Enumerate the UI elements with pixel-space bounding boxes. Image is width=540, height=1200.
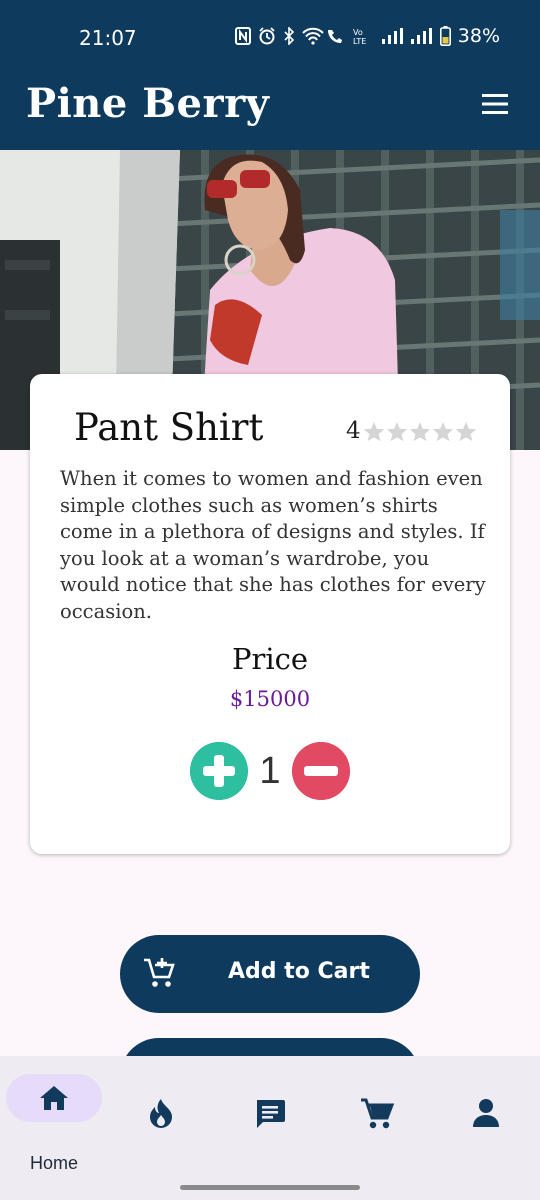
volte-icon: VoLTE xyxy=(353,28,366,45)
star-icon[interactable] xyxy=(455,421,477,442)
alarm-icon xyxy=(259,27,275,45)
nav-label-home: Home xyxy=(29,1153,78,1173)
star-icon[interactable] xyxy=(363,421,385,442)
price-label: Price xyxy=(231,642,309,676)
bluetooth-icon xyxy=(284,27,294,45)
battery-percent: 38% xyxy=(457,25,500,47)
nav-item-cart[interactable] xyxy=(324,1074,420,1174)
nav-item-messages[interactable] xyxy=(216,1074,312,1174)
product-title: Pant Shirt xyxy=(74,406,264,449)
gesture-home-bar[interactable] xyxy=(180,1185,360,1190)
rating-number: 4 xyxy=(346,418,361,444)
profile-icon xyxy=(473,1099,499,1127)
bottom-navigation: Home xyxy=(0,1056,540,1200)
star-icon[interactable] xyxy=(409,421,431,442)
star-icon[interactable] xyxy=(432,421,454,442)
chat-icon xyxy=(257,1100,285,1128)
signal-icon xyxy=(410,28,432,44)
svg-text:LTE: LTE xyxy=(353,37,366,45)
rating-stars[interactable] xyxy=(363,421,478,442)
minus-icon[interactable] xyxy=(292,742,350,800)
add-cart-icon xyxy=(144,958,175,987)
fire-icon xyxy=(150,1099,172,1128)
battery-icon xyxy=(439,26,451,46)
price-value: $15000 xyxy=(229,687,311,711)
quantity-stepper: 1 xyxy=(190,742,350,802)
quantity-value: 1 xyxy=(259,750,281,792)
app-bar: Pine Berry xyxy=(0,70,540,150)
add-to-cart-label: Add to Cart xyxy=(228,959,370,984)
signal-icon xyxy=(381,28,403,44)
svg-text:Vo: Vo xyxy=(353,28,363,37)
nav-item-home[interactable]: Home xyxy=(0,1074,102,1174)
rating: 4 xyxy=(346,418,478,444)
product-description: When it comes to women and fashion even … xyxy=(60,467,486,623)
status-time: 21:07 xyxy=(79,26,137,50)
wifi-call-icon xyxy=(302,27,342,45)
status-bar: 21:07 Vo LTE 38% xyxy=(0,0,540,70)
nav-item-profile[interactable] xyxy=(432,1074,528,1174)
status-icons: Vo LTE 38% xyxy=(234,25,500,47)
brand-logo: Pine Berry xyxy=(26,80,270,127)
product-card: Pant Shirt 4 When it comes to women and … xyxy=(30,374,510,854)
star-icon[interactable] xyxy=(386,421,408,442)
nfc-icon xyxy=(234,27,251,45)
home-icon xyxy=(40,1086,68,1110)
plus-icon[interactable] xyxy=(190,742,248,800)
nav-item-trending[interactable] xyxy=(108,1074,204,1174)
hamburger-menu-icon[interactable] xyxy=(480,92,510,116)
cart-icon xyxy=(361,1098,394,1129)
add-to-cart-button[interactable]: Add to Cart xyxy=(120,935,420,1013)
